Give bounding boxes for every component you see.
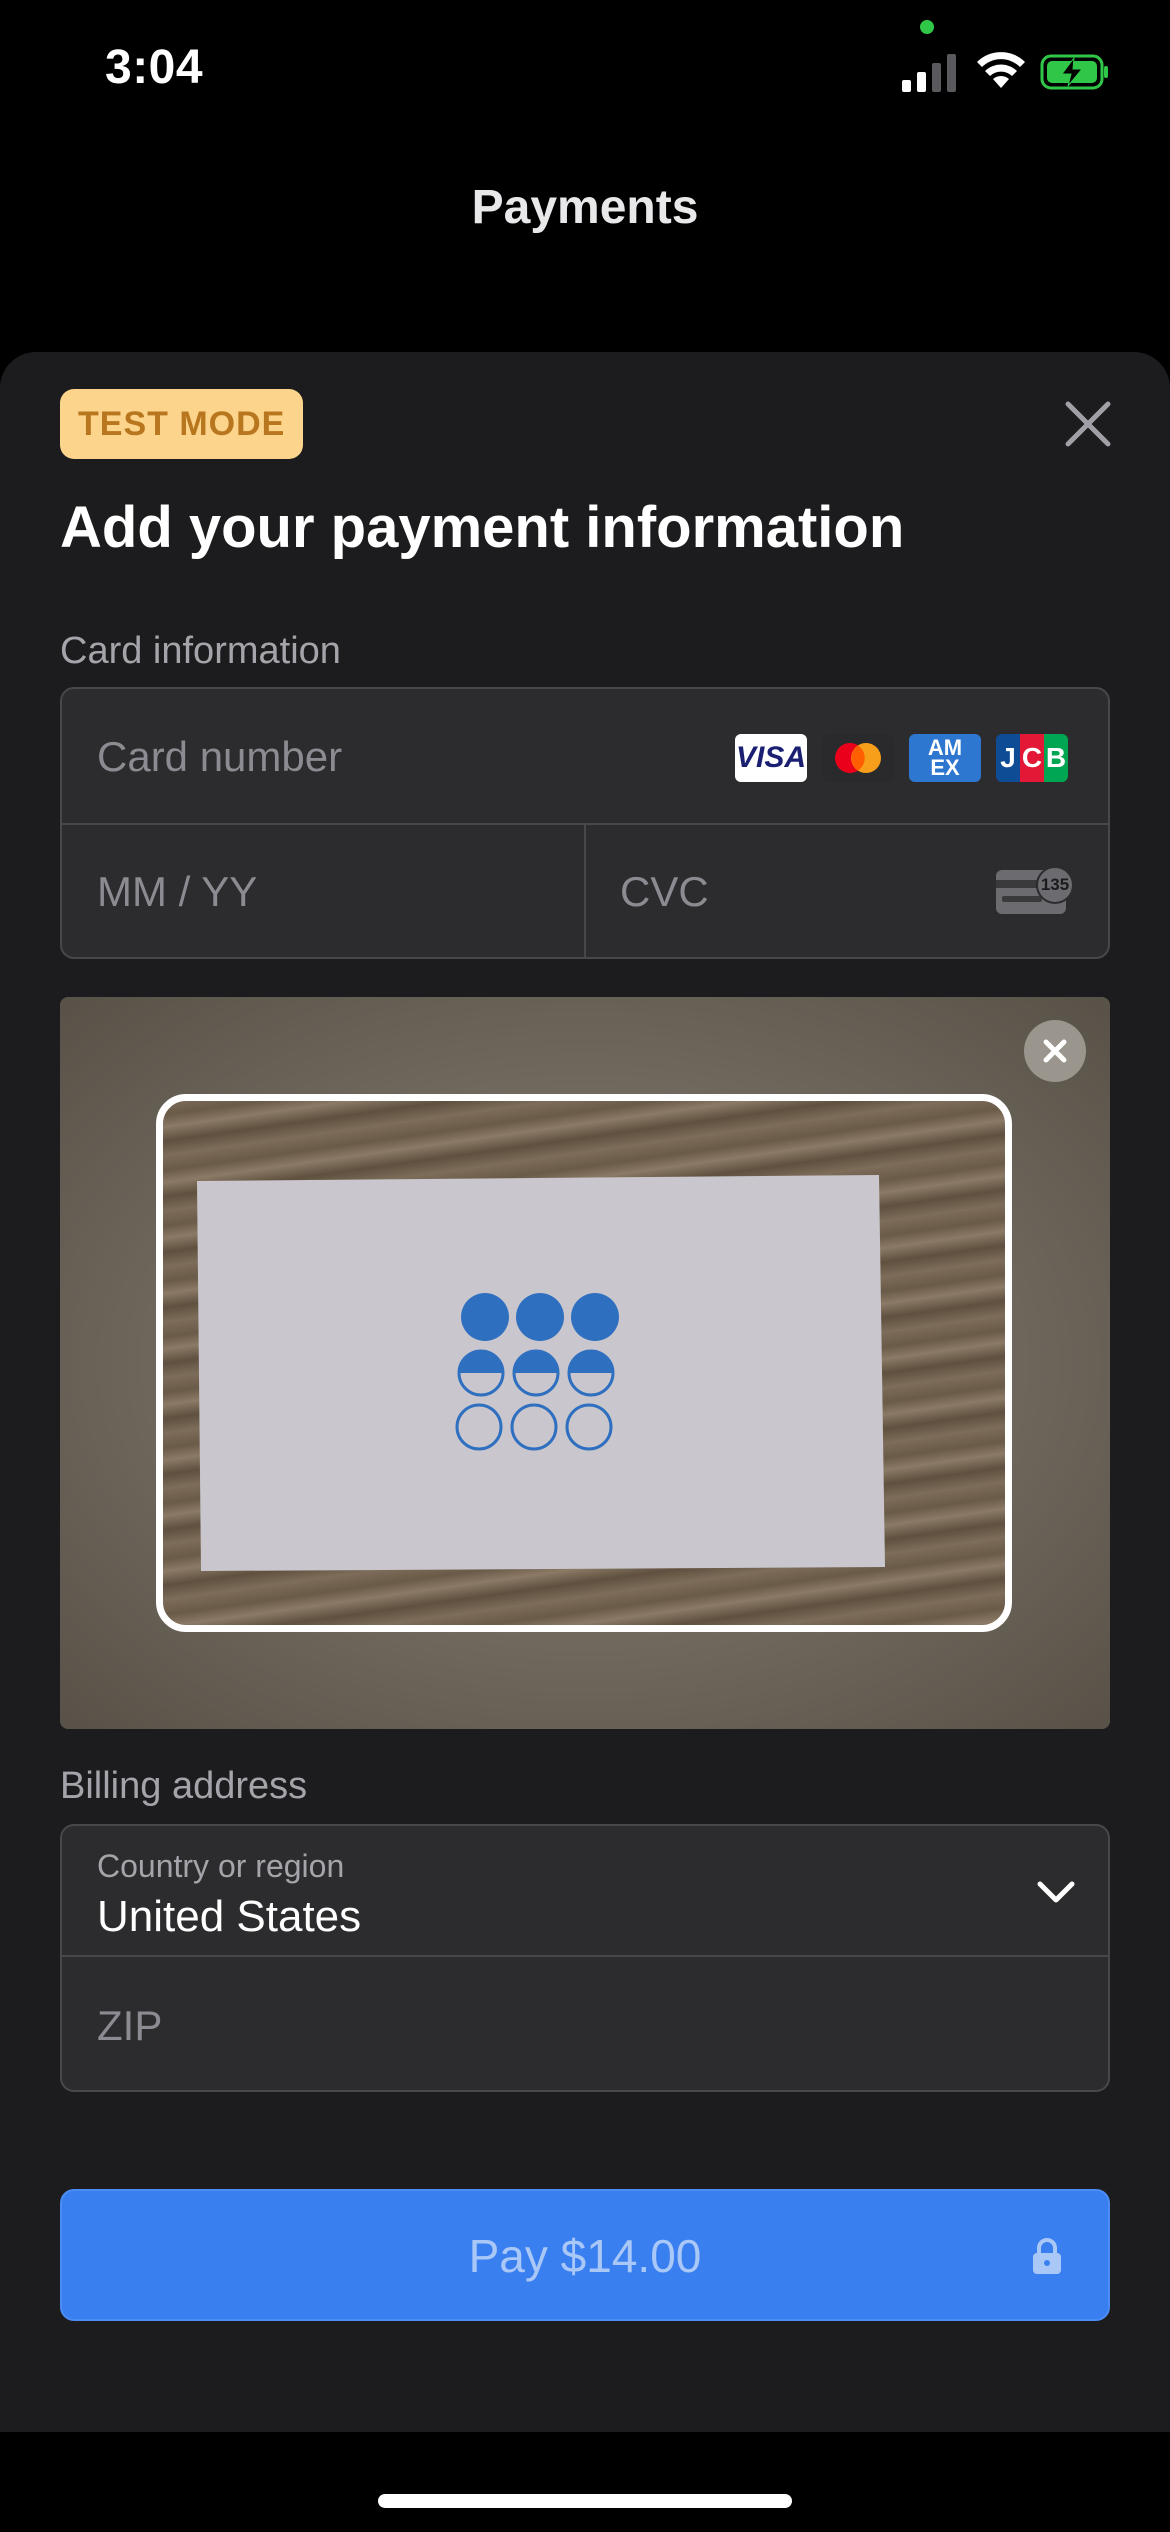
cvc-hint-number: 135 — [1036, 866, 1074, 904]
cvc-card-icon: 135 — [996, 866, 1074, 916]
country-label: Country or region — [97, 1848, 345, 1884]
privacy-indicator-dot — [920, 20, 934, 34]
test-mode-badge: TEST MODE — [60, 389, 304, 459]
status-time: 3:04 — [105, 41, 204, 94]
jcb-icon: J C B — [996, 734, 1068, 782]
close-icon — [1043, 1039, 1067, 1063]
card-information-label: Card information — [60, 630, 341, 672]
chevron-down-icon — [1037, 1881, 1075, 1903]
mastercard-icon — [822, 734, 894, 782]
lock-icon — [1033, 2238, 1061, 2274]
pay-button-label: Pay $14.00 — [468, 2230, 702, 2282]
billing-address-label: Billing address — [60, 1765, 308, 1807]
card-number-placeholder: Card number — [97, 733, 343, 780]
nav-title: Payments — [471, 181, 699, 234]
close-scanner-button[interactable] — [1024, 1020, 1086, 1082]
page-title: Add your payment information — [60, 495, 905, 560]
zip-input[interactable] — [62, 1957, 1108, 2090]
cellular-signal-icon — [902, 54, 956, 92]
battery-charging-icon — [1040, 54, 1108, 90]
cvc-placeholder: CVC — [620, 868, 709, 915]
country-value: United States — [97, 1892, 362, 1941]
close-icon[interactable] — [1060, 396, 1116, 452]
zip-placeholder: ZIP — [97, 2002, 163, 2049]
wifi-icon — [977, 52, 1025, 88]
expiry-placeholder: MM / YY — [97, 868, 258, 915]
home-indicator[interactable] — [378, 2494, 792, 2508]
camera-frame — [156, 1094, 1012, 1632]
amex-icon: AM EX — [909, 734, 981, 782]
visa-icon: VISA — [735, 734, 807, 782]
scanned-card-image — [197, 1175, 885, 1571]
